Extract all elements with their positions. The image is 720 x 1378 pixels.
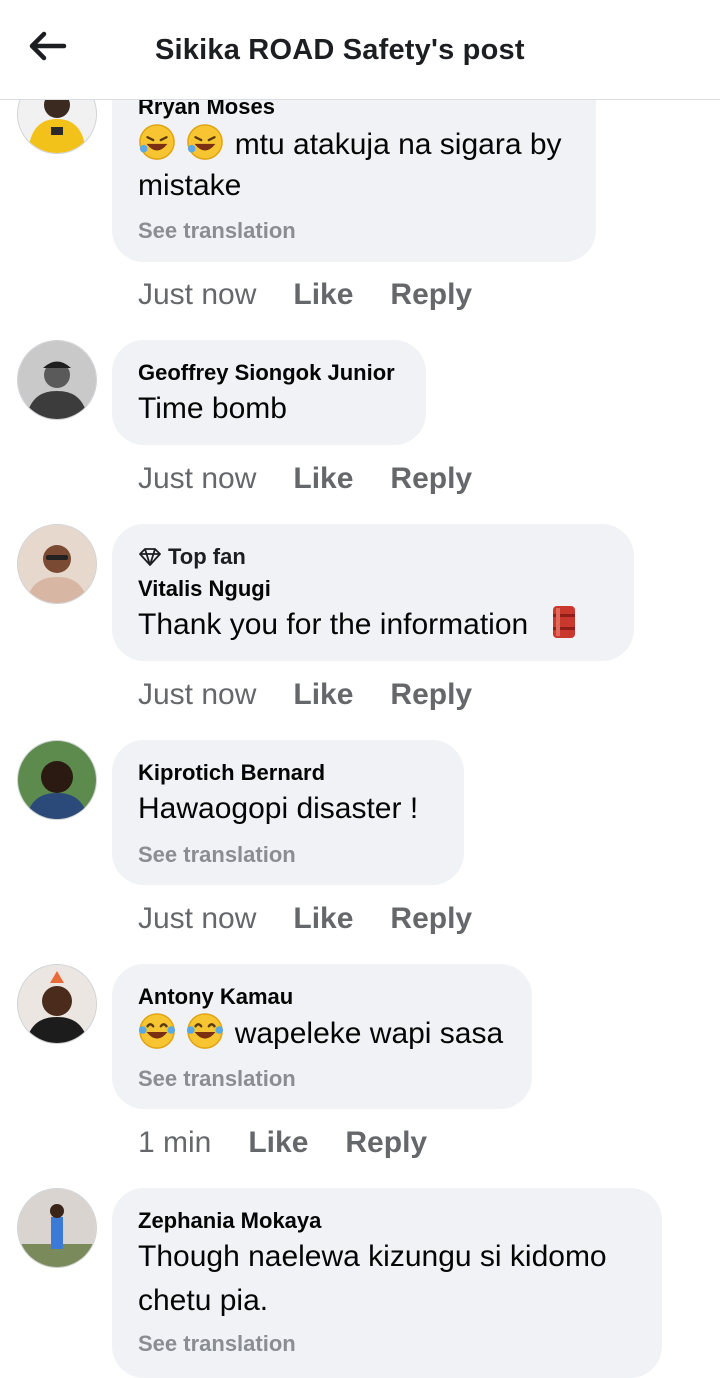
see-translation-link[interactable]: See translation [138, 218, 296, 244]
reply-button[interactable]: Reply [390, 462, 472, 496]
comment-actions: Just now Like Reply [138, 462, 472, 496]
comment-text-line: wapeleke wapi sasa [234, 1017, 504, 1050]
comment-actions: 1 min Like Reply [138, 1126, 427, 1160]
back-arrow-icon[interactable] [26, 28, 70, 64]
diamond-icon [139, 548, 161, 566]
top-bar: Sikika ROAD Safety's post [0, 0, 720, 100]
reply-button[interactable]: Reply [390, 902, 472, 936]
avatar[interactable] [17, 964, 97, 1044]
tears-of-joy-emoji [186, 1013, 234, 1050]
like-button[interactable]: Like [293, 278, 353, 312]
see-translation-link[interactable]: See translation [138, 1066, 296, 1092]
oil-drum-emoji [528, 606, 576, 641]
comment-time: Just now [138, 902, 257, 935]
comment-actions: Just now Like Reply [138, 278, 472, 312]
like-button[interactable]: Like [248, 1126, 308, 1160]
avatar[interactable] [17, 340, 97, 420]
comment-text-line-2: chetu pia. [138, 1284, 269, 1317]
comment-text: mtu atakuja na sigara by [138, 123, 562, 166]
comment-time: 1 min [138, 1126, 212, 1159]
comment-time: Just now [138, 462, 257, 495]
tears-of-joy-emoji [138, 1013, 186, 1050]
like-button[interactable]: Like [293, 462, 353, 496]
comment-text-line: Thank you for the information [138, 608, 529, 641]
see-translation-link[interactable]: See translation [138, 842, 296, 868]
see-translation-link[interactable]: See translation [138, 1331, 296, 1357]
comment-author[interactable]: Kiprotich Bernard [138, 760, 325, 786]
avatar[interactable] [17, 524, 97, 604]
comment-bubble: Top fan Vitalis Ngugi Thank you for the … [112, 524, 634, 661]
like-button[interactable]: Like [293, 678, 353, 712]
comment-time: Just now [138, 278, 257, 311]
comment-actions: Just now Like Reply [138, 678, 472, 712]
top-fan-badge: Top fan [138, 544, 246, 570]
comment-author[interactable]: Geoffrey Siongok Junior [138, 360, 395, 386]
top-fan-label: Top fan [168, 544, 246, 569]
comment-author[interactable]: Vitalis Ngugi [138, 576, 271, 602]
comment-bubble: Geoffrey Siongok Junior Time bomb [112, 340, 426, 445]
comment-text: Time bomb [138, 392, 287, 425]
page-title: Sikika ROAD Safety's post [155, 34, 525, 66]
rofl-emoji [138, 124, 186, 161]
comment-author[interactable]: Zephania Mokaya [138, 1208, 321, 1234]
comment-text: Though naelewa kizungu si kidomo [138, 1240, 607, 1273]
comment-time: Just now [138, 678, 257, 711]
comment-bubble: Kiprotich Bernard Hawaogopi disaster ! S… [112, 740, 464, 885]
avatar[interactable] [17, 740, 97, 820]
comment-bubble: Zephania Mokaya Though naelewa kizungu s… [112, 1188, 662, 1378]
comment-bubble: Antony Kamau wapeleke wapi sasa See tran… [112, 964, 532, 1109]
rofl-emoji [186, 124, 234, 161]
comment-text: wapeleke wapi sasa [138, 1012, 503, 1055]
reply-button[interactable]: Reply [390, 678, 472, 712]
comment-text-line-2: mistake [138, 169, 242, 202]
comment-actions: Just now Like Reply [138, 902, 472, 936]
comment-text: Hawaogopi disaster ! [138, 792, 419, 825]
comment-text: Thank you for the information [138, 604, 577, 646]
reply-button[interactable]: Reply [345, 1126, 427, 1160]
like-button[interactable]: Like [293, 902, 353, 936]
avatar[interactable] [17, 1188, 97, 1268]
reply-button[interactable]: Reply [390, 278, 472, 312]
comment-text-line: mtu atakuja na sigara by [234, 128, 562, 161]
comment-author[interactable]: Antony Kamau [138, 984, 293, 1010]
